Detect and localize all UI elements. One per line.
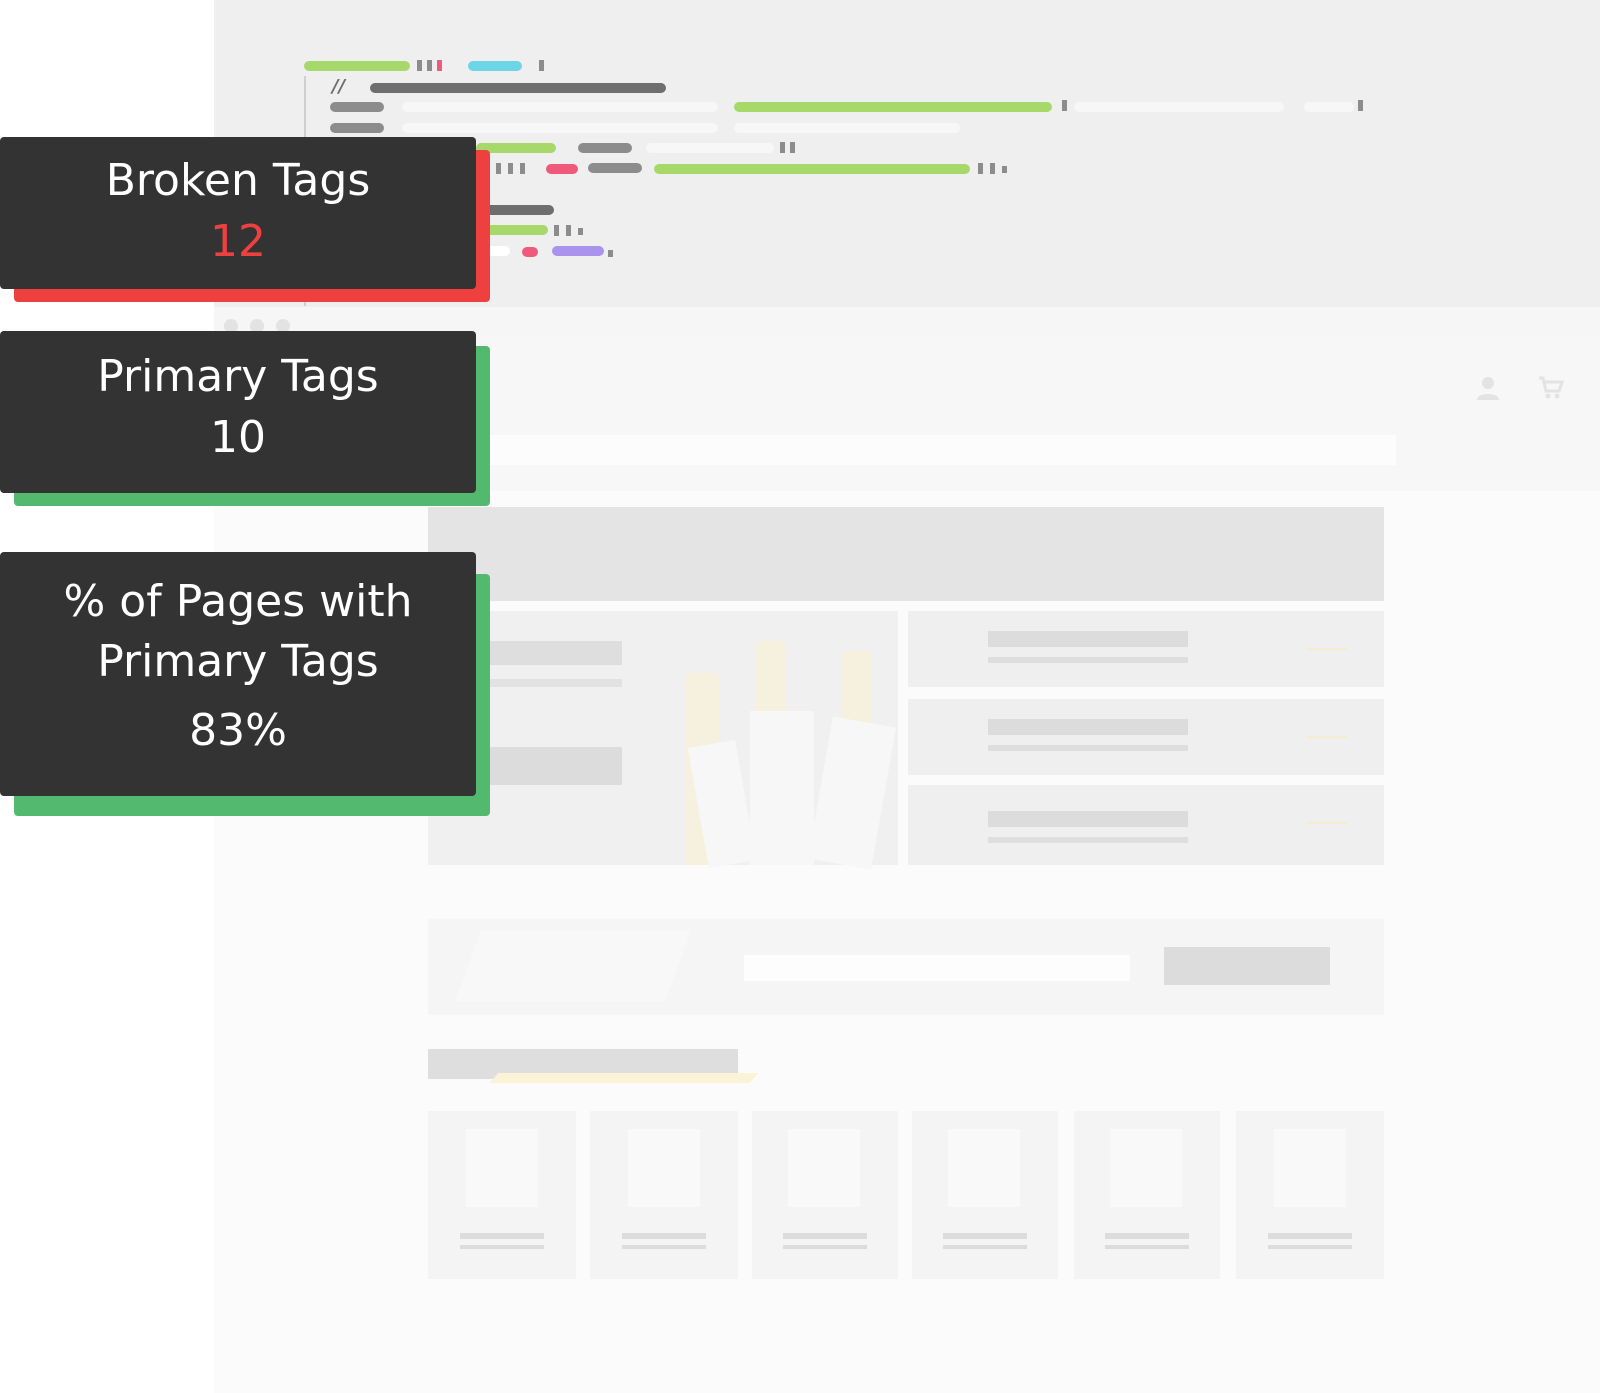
text-placeholder — [468, 679, 622, 687]
code-token — [539, 60, 544, 71]
code-token — [1358, 100, 1363, 111]
code-token — [496, 163, 501, 174]
pages-with-primary-tags-card: % of Pages with Primary Tags 83% — [0, 552, 476, 796]
shape-placeholder — [455, 931, 691, 1001]
code-token — [546, 164, 578, 174]
code-token — [790, 142, 795, 153]
text-placeholder — [1268, 1233, 1352, 1239]
list-row-placeholder — [908, 611, 1384, 687]
code-token — [468, 61, 522, 71]
code-token — [1304, 102, 1354, 112]
code-token — [554, 225, 559, 236]
product-card-placeholder — [912, 1111, 1058, 1279]
code-token — [480, 205, 554, 215]
list-row-placeholder — [908, 785, 1384, 865]
text-placeholder — [988, 837, 1188, 843]
user-icon[interactable] — [1476, 375, 1500, 401]
broken-tags-card: Broken Tags 12 — [0, 137, 476, 289]
image-placeholder — [788, 1129, 860, 1207]
button-placeholder — [1164, 947, 1330, 985]
code-token — [588, 163, 642, 173]
text-placeholder — [1105, 1233, 1189, 1239]
comment-slash-icon: // — [332, 76, 346, 97]
image-placeholder — [1110, 1129, 1182, 1207]
label-illustration — [750, 711, 814, 865]
code-token — [480, 225, 548, 235]
code-token — [437, 60, 442, 71]
product-card-placeholder — [428, 1111, 576, 1279]
code-token — [330, 102, 384, 112]
code-token — [552, 246, 604, 256]
code-token — [646, 143, 774, 153]
code-token — [330, 123, 384, 133]
code-token — [734, 123, 960, 133]
code-token — [427, 60, 432, 71]
arrow-icon — [1306, 648, 1348, 650]
image-placeholder — [948, 1129, 1020, 1207]
hero-banner-placeholder — [428, 507, 1384, 601]
code-token — [402, 102, 718, 112]
code-token — [780, 142, 785, 153]
code-token — [304, 61, 410, 71]
text-placeholder — [1105, 1245, 1189, 1249]
code-token — [417, 60, 422, 71]
code-token — [370, 83, 666, 93]
text-placeholder — [988, 631, 1188, 647]
primary-tags-label: Primary Tags — [97, 351, 379, 402]
code-token — [654, 164, 970, 174]
search-bar-placeholder — [464, 435, 1396, 465]
newsletter-strip-placeholder — [428, 919, 1384, 1015]
product-card-placeholder — [1236, 1111, 1384, 1279]
list-row-placeholder — [908, 699, 1384, 775]
text-placeholder — [783, 1233, 867, 1239]
broken-tags-label: Broken Tags — [105, 155, 371, 206]
button-placeholder — [468, 747, 622, 785]
text-placeholder — [622, 1245, 706, 1249]
cart-icon[interactable] — [1538, 375, 1564, 401]
code-token — [520, 163, 525, 174]
label-illustration — [807, 716, 897, 870]
code-token — [734, 102, 1052, 112]
code-token — [1062, 100, 1067, 111]
input-placeholder — [744, 955, 1130, 981]
code-token — [990, 163, 995, 174]
text-placeholder — [988, 745, 1188, 751]
text-placeholder — [468, 641, 622, 665]
code-token — [1074, 102, 1284, 112]
text-placeholder — [783, 1245, 867, 1249]
text-placeholder — [460, 1233, 544, 1239]
pages-with-primary-tags-value: 83% — [189, 705, 287, 756]
text-placeholder — [1268, 1245, 1352, 1249]
text-placeholder — [943, 1245, 1027, 1249]
arrow-icon — [1306, 736, 1348, 738]
primary-tags-card: Primary Tags 10 — [0, 331, 476, 493]
image-placeholder — [1274, 1129, 1346, 1207]
image-placeholder — [628, 1129, 700, 1207]
code-token — [522, 247, 538, 257]
code-token — [578, 143, 632, 153]
product-card-placeholder — [590, 1111, 738, 1279]
product-card-placeholder — [1074, 1111, 1220, 1279]
text-placeholder — [622, 1233, 706, 1239]
text-placeholder — [988, 657, 1188, 663]
code-token — [978, 163, 983, 174]
code-token — [402, 123, 718, 133]
feature-panel-placeholder — [428, 611, 898, 870]
broken-tags-value: 12 — [210, 216, 266, 267]
pages-with-primary-tags-label: % of Pages with Primary Tags — [63, 576, 413, 687]
text-placeholder — [460, 1245, 544, 1249]
text-placeholder — [943, 1233, 1027, 1239]
arrow-icon — [1306, 822, 1348, 824]
text-placeholder — [988, 719, 1188, 735]
image-placeholder — [466, 1129, 538, 1207]
code-token — [566, 225, 571, 236]
code-token — [508, 163, 513, 174]
primary-tags-value: 10 — [210, 412, 266, 463]
product-card-placeholder — [752, 1111, 898, 1279]
code-token — [608, 250, 613, 257]
text-placeholder — [988, 811, 1188, 827]
code-token — [578, 228, 583, 235]
code-token — [1002, 166, 1007, 173]
heading-underline — [489, 1073, 759, 1083]
